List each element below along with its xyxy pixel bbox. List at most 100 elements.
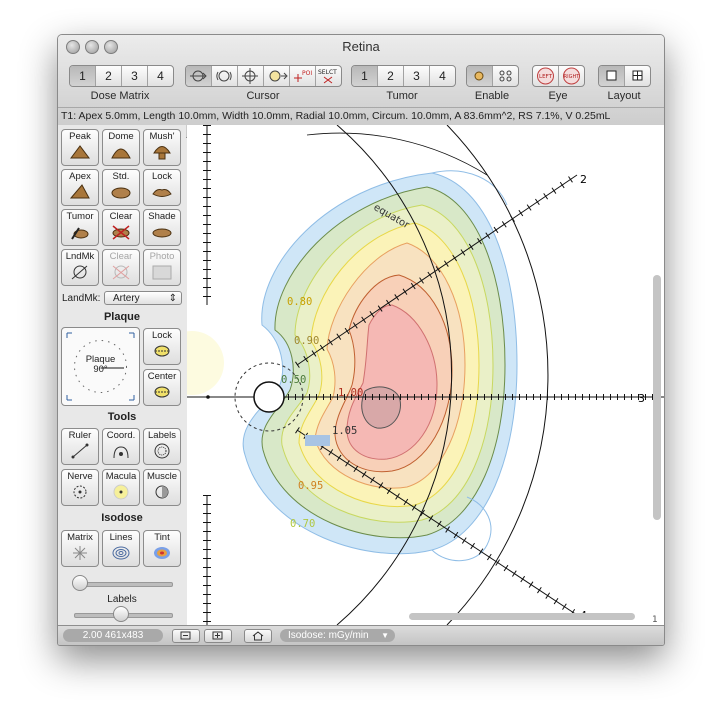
plaque-heading: Plaque: [103, 311, 141, 323]
cursor-arrow-icon[interactable]: [186, 66, 212, 86]
photo-label: Photo: [149, 251, 175, 262]
clock-label-3: 3: [638, 392, 645, 405]
fundus-map-canvas[interactable]: equator 2 3 4 0.80 0.90 0.50 1.00 1.05 0…: [187, 125, 664, 625]
isodose-label-0.95: 0.95: [298, 480, 323, 492]
peak-button[interactable]: Peak: [61, 129, 99, 166]
lines-button[interactable]: Lines: [102, 530, 140, 567]
nerve-button[interactable]: Nerve: [61, 469, 99, 506]
home-icon: [252, 631, 264, 641]
standard-label: Std.: [112, 171, 130, 182]
tumor-1[interactable]: 1: [352, 66, 378, 86]
dome-label: Dome: [108, 131, 134, 142]
toolbar: Retina 1 2 3 4 Dose Matrix POI SELCT Cur…: [58, 35, 664, 138]
macula-button[interactable]: Macula: [102, 469, 140, 506]
plaque-center-icon: [154, 386, 170, 398]
zoom-out-button[interactable]: [172, 629, 200, 643]
muscle-button[interactable]: Muscle: [143, 469, 181, 506]
tumor-2[interactable]: 2: [378, 66, 404, 86]
eye-segmented[interactable]: LEFT RIGHT: [532, 65, 585, 87]
layout-grid-icon[interactable]: [625, 66, 650, 86]
cursor-move-icon[interactable]: [238, 66, 264, 86]
optic-nerve: [253, 381, 285, 413]
mushroom-label: Mush': [149, 131, 175, 142]
horizontal-scrollbar-thumb[interactable]: [409, 613, 635, 620]
photo-icon: [152, 265, 172, 280]
landmark-button[interactable]: LndMk: [61, 249, 99, 286]
photo-button[interactable]: Photo: [143, 249, 181, 286]
plaque-rotation-dial[interactable]: Plaque 90°: [61, 327, 140, 406]
select-icon[interactable]: SELCT: [316, 66, 341, 86]
layout-segmented[interactable]: [598, 65, 651, 87]
zoom-in-button[interactable]: [204, 629, 232, 643]
mushroom-button[interactable]: Mush': [143, 129, 181, 166]
isodose-unit-label: Isodose: mGy/min: [288, 630, 369, 641]
eye-left-button[interactable]: LEFT: [533, 66, 559, 86]
layout-single-icon[interactable]: [599, 66, 625, 86]
clear-tumor-icon: [112, 225, 130, 240]
tumor-3[interactable]: 3: [404, 66, 430, 86]
tint-icon: [154, 547, 170, 559]
plaque-lock-button[interactable]: Lock: [143, 328, 181, 365]
standard-button[interactable]: Std.: [102, 169, 140, 206]
tumor-segmented[interactable]: 1 2 3 4: [351, 65, 456, 87]
cursor-rotate-icon[interactable]: [212, 66, 238, 86]
dose-matrix-1[interactable]: 1: [70, 66, 96, 86]
labels-button[interactable]: Labels: [143, 428, 181, 465]
tumor-draw-icon: [71, 227, 89, 240]
isodose-map[interactable]: equator 2 3 4 0.80 0.90 0.50 1.00 1.05 0…: [187, 125, 664, 625]
tools-heading: Tools: [107, 411, 137, 423]
muscle-label: Muscle: [146, 471, 178, 482]
home-button[interactable]: [244, 629, 272, 643]
macula-region: [187, 331, 224, 395]
poi-label: POI: [302, 70, 312, 77]
lock-shape-button[interactable]: Lock: [143, 169, 181, 206]
plaque-lock-label: Lock: [151, 330, 173, 341]
dose-matrix-4[interactable]: 4: [148, 66, 173, 86]
dose-matrix-segmented[interactable]: 1 2 3 4: [69, 65, 174, 87]
labels-slider-label: Labels: [107, 594, 137, 605]
dropdown-arrow-icon: ▼: [381, 631, 389, 640]
poi-icon[interactable]: POI: [290, 66, 316, 86]
dose-matrix-2[interactable]: 2: [96, 66, 122, 86]
app-window: Retina 1 2 3 4 Dose Matrix POI SELCT Cur…: [57, 34, 665, 646]
enable-segmented[interactable]: [466, 65, 519, 87]
tumor-button[interactable]: Tumor: [61, 209, 99, 246]
enable-single-icon[interactable]: [467, 66, 493, 86]
eye-right-button[interactable]: RIGHT: [559, 66, 584, 86]
matrix-icon: [73, 546, 87, 560]
dose-matrix-3[interactable]: 3: [122, 66, 148, 86]
clear-tumor-button[interactable]: Clear: [102, 209, 140, 246]
dome-button[interactable]: Dome: [102, 129, 140, 166]
tint-opacity-slider-track[interactable]: [74, 582, 173, 587]
labels-size-slider-knob[interactable]: [113, 606, 129, 622]
clear-landmark-button[interactable]: Clear: [102, 249, 140, 286]
macula-center: [206, 395, 210, 399]
landmark-type-select[interactable]: Artery ⇕: [104, 291, 182, 305]
lock-shape-label: Lock: [151, 171, 173, 182]
eye-label: Eye: [548, 90, 568, 102]
clear-landmark-label: Clear: [109, 251, 133, 262]
matrix-button[interactable]: Matrix: [61, 530, 99, 567]
cursor-segmented[interactable]: POI SELCT: [185, 65, 342, 87]
plaque-center-button[interactable]: Center: [143, 369, 181, 406]
plaque-center-label: Center: [147, 371, 177, 382]
cursor-target-icon[interactable]: [264, 66, 290, 86]
tumor-tool-label: Tumor: [66, 211, 94, 222]
vertical-scrollbar-thumb[interactable]: [653, 275, 661, 520]
eye-right-text: RIGHT: [564, 74, 581, 80]
tint-opacity-slider-knob[interactable]: [72, 575, 88, 591]
isodose-unit-popup[interactable]: Isodose: mGy/min ▼: [280, 629, 395, 642]
coordinates-button[interactable]: Coord.: [102, 428, 140, 465]
eye-left-text: LEFT: [539, 74, 553, 80]
coordinates-label: Coord.: [106, 430, 136, 441]
apex-button[interactable]: Apex: [61, 169, 99, 206]
macula-label: Macula: [105, 471, 137, 482]
landmark-type-value: Artery: [113, 293, 140, 304]
enable-multi-icon[interactable]: [493, 66, 518, 86]
tumor-4[interactable]: 4: [430, 66, 455, 86]
ruler-button[interactable]: Ruler: [61, 428, 99, 465]
shade-button[interactable]: Shade: [143, 209, 181, 246]
select-label: SELCT: [318, 69, 337, 76]
tint-button[interactable]: Tint: [143, 530, 181, 567]
scroll-counter: 1: [652, 615, 658, 625]
